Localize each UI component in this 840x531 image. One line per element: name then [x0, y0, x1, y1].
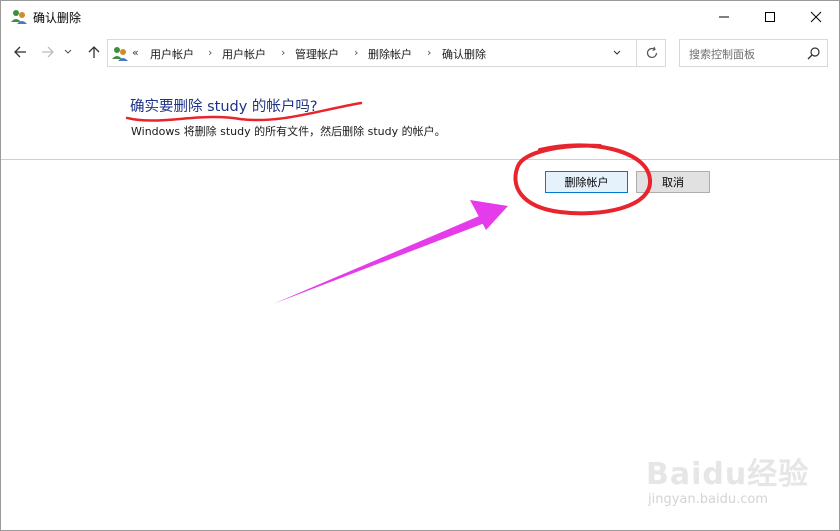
arrow-left-icon	[14, 46, 26, 58]
back-button[interactable]	[9, 41, 31, 63]
breadcrumb-separator[interactable]: ›	[354, 46, 358, 59]
minimize-button[interactable]	[701, 1, 747, 32]
maximize-button[interactable]	[747, 1, 793, 32]
confirm-heading: 确实要删除 study 的帐户吗?	[130, 99, 318, 115]
address-history-button[interactable]	[608, 44, 626, 62]
arrow-up-icon	[88, 46, 100, 58]
breadcrumb-delete-account[interactable]: 删除帐户	[368, 46, 412, 62]
address-bar[interactable]: « 用户帐户 › 用户帐户 › 管理帐户 › 删除帐户 › 确认删除	[107, 39, 666, 67]
users-app-icon	[11, 10, 27, 24]
arrow-right-icon	[42, 46, 54, 58]
forward-button[interactable]	[37, 41, 59, 63]
title-bar: 确认删除	[1, 1, 839, 32]
up-button[interactable]	[83, 41, 105, 63]
content-divider	[1, 159, 839, 160]
baidu-jingyan-watermark: Baidu经验 jingyan.baidu.com	[642, 449, 832, 515]
breadcrumb-manage-accounts[interactable]: 管理帐户	[295, 46, 339, 62]
window-title: 确认删除	[33, 11, 82, 25]
breadcrumb-separator[interactable]: ›	[427, 46, 431, 59]
close-button[interactable]	[793, 1, 839, 32]
refresh-button[interactable]	[636, 40, 667, 66]
watermark-brand: Baidu经验	[646, 457, 810, 492]
delete-account-button[interactable]: 删除帐户	[545, 171, 628, 193]
users-folder-icon	[112, 47, 128, 61]
search-placeholder[interactable]: 搜索控制面板	[689, 46, 755, 62]
refresh-icon	[646, 46, 658, 59]
chevron-down-icon	[64, 49, 72, 54]
breadcrumb-user-accounts-root[interactable]: 用户帐户	[150, 46, 194, 62]
search-box[interactable]: 搜索控制面板	[679, 39, 828, 67]
navigation-bar: « 用户帐户 › 用户帐户 › 管理帐户 › 删除帐户 › 确认删除 搜索控制面…	[1, 32, 839, 72]
minimize-icon	[719, 16, 729, 17]
cancel-button[interactable]: 取消	[636, 171, 710, 193]
address-overflow[interactable]: «	[132, 46, 139, 59]
breadcrumb-user-accounts[interactable]: 用户帐户	[222, 46, 266, 62]
breadcrumb-separator[interactable]: ›	[208, 46, 212, 59]
watermark-url: jingyan.baidu.com	[648, 492, 768, 507]
close-icon	[810, 11, 822, 22]
maximize-icon	[765, 11, 775, 22]
search-icon[interactable]	[806, 46, 821, 61]
breadcrumb-separator[interactable]: ›	[281, 46, 285, 59]
breadcrumb-confirm-delete[interactable]: 确认删除	[442, 46, 486, 62]
recent-locations-button[interactable]	[61, 41, 75, 63]
confirm-description: Windows 将删除 study 的所有文件，然后删除 study 的帐户。	[131, 125, 446, 138]
chevron-down-icon	[613, 50, 621, 55]
